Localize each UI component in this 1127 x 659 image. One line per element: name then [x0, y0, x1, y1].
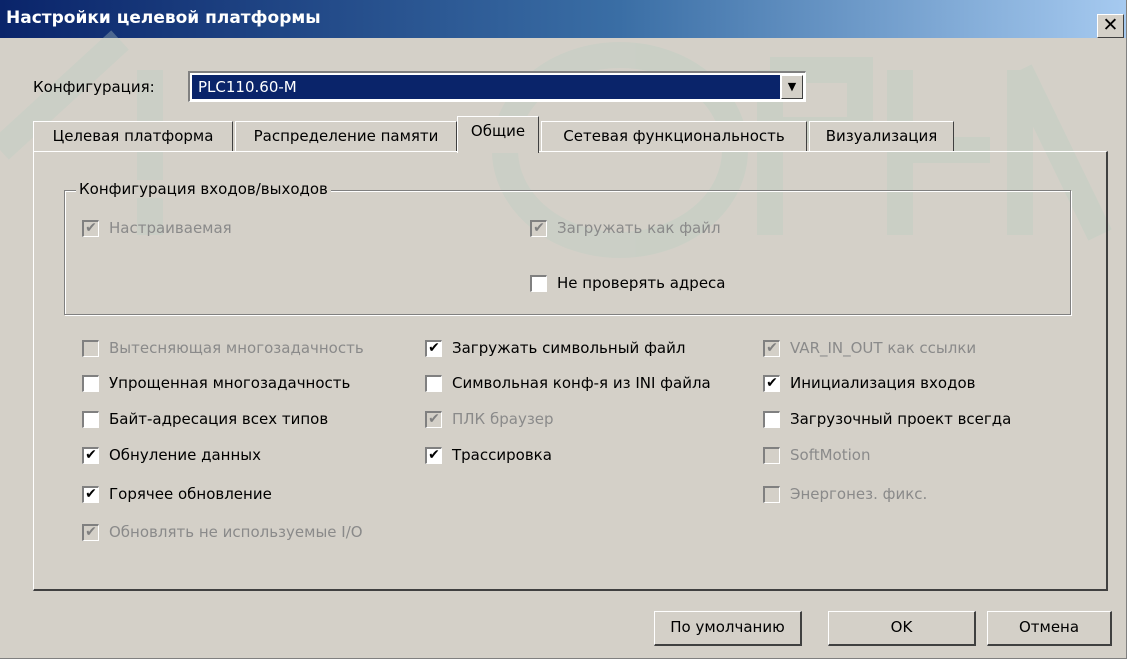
- target-settings-dialog: Настройки целевой платформы ✕ Конфигурац…: [0, 0, 1127, 659]
- checkbox-update-unused-io[interactable]: ✔ Обновлять не используемые I/O: [82, 521, 363, 543]
- checkbox-label: Трассировка: [452, 446, 552, 464]
- chevron-down-icon: ▼: [787, 80, 797, 93]
- checkbox-simplified-multitasking[interactable]: Упрощенная многозадачность: [82, 372, 350, 394]
- check-icon: ✔: [425, 446, 442, 464]
- check-icon: [425, 374, 442, 392]
- configuration-combobox[interactable]: PLC110.60-M ▼: [188, 71, 806, 102]
- check-icon: [82, 339, 99, 357]
- checkbox-label: Настраиваемая: [109, 219, 232, 237]
- check-icon: ✔: [82, 446, 99, 464]
- tab-memory-layout[interactable]: Распределение памяти: [235, 121, 457, 152]
- checkbox-label: Загрузочный проект всегда: [790, 410, 1012, 428]
- check-icon: [82, 374, 99, 392]
- checkbox-preemptive-multitasking[interactable]: Вытесняющая многозадачность: [82, 337, 364, 359]
- checkbox-label: Загружать как файл: [557, 219, 721, 237]
- ok-button[interactable]: OK: [828, 611, 976, 646]
- tab-network-functionality[interactable]: Сетевая функциональность: [541, 121, 807, 152]
- checkbox-byte-addressing[interactable]: Байт-адресация всех типов: [82, 408, 328, 430]
- cancel-button[interactable]: Отмена: [987, 611, 1112, 646]
- close-button[interactable]: ✕: [1097, 14, 1124, 38]
- io-config-groupbox: [64, 190, 1071, 315]
- checkbox-label: ПЛК браузер: [452, 410, 554, 428]
- checkbox-softmotion[interactable]: SoftMotion: [763, 444, 870, 466]
- checkbox-label: Обнуление данных: [109, 446, 262, 464]
- checkbox-initialize-zero[interactable]: ✔ Обнуление данных: [82, 444, 261, 466]
- checkbox-label: Не проверять адреса: [557, 274, 726, 292]
- ok-button-label: OK: [890, 618, 913, 636]
- checkbox-configurable[interactable]: ✔ Настраиваемая: [82, 217, 232, 239]
- checkbox-label: SoftMotion: [790, 446, 871, 464]
- title-bar[interactable]: Настройки целевой платформы ✕: [0, 0, 1126, 38]
- check-icon: ✔: [425, 339, 442, 357]
- tab-target-platform[interactable]: Целевая платформа: [33, 121, 233, 152]
- checkbox-label: Вытесняющая многозадачность: [109, 339, 364, 357]
- checkbox-label: Энергонез. фикс.: [790, 485, 928, 503]
- checkbox-boot-project-always[interactable]: Загрузочный проект всегда: [763, 408, 1011, 430]
- check-icon: ✔: [82, 219, 99, 237]
- checkbox-label: Упрощенная многозадачность: [109, 374, 351, 392]
- window-title: Настройки целевой платформы: [6, 8, 321, 28]
- checkbox-trace[interactable]: ✔ Трассировка: [425, 444, 552, 466]
- check-icon: ✔: [425, 410, 442, 428]
- configuration-label: Конфигурация:: [33, 78, 155, 96]
- check-icon: ✔: [763, 374, 780, 392]
- check-icon: [763, 410, 780, 428]
- tab-general[interactable]: Общие: [457, 116, 539, 153]
- checkbox-var-in-out-reference[interactable]: ✔ VAR_IN_OUT как ссылки: [763, 337, 976, 359]
- checkbox-label: Инициализация входов: [790, 374, 976, 392]
- checkbox-symbol-config-ini[interactable]: Символьная конф-я из INI файла: [425, 372, 711, 394]
- check-icon: [530, 274, 547, 292]
- default-button-label: По умолчанию: [670, 618, 785, 636]
- checkbox-download-symbol-file[interactable]: ✔ Загружать символьный файл: [425, 337, 685, 359]
- check-icon: [82, 410, 99, 428]
- checkbox-label: Байт-адресация всех типов: [109, 410, 329, 428]
- checkbox-no-address-check[interactable]: Не проверять адреса: [530, 272, 726, 294]
- checkbox-online-change[interactable]: ✔ Горячее обновление: [82, 483, 272, 505]
- check-icon: [763, 446, 780, 464]
- checkbox-label: Символьная конф-я из INI файла: [452, 374, 711, 392]
- checkbox-label: Горячее обновление: [109, 485, 272, 503]
- check-icon: [763, 485, 780, 503]
- configuration-value: PLC110.60-M: [192, 75, 780, 99]
- check-icon: ✔: [82, 485, 99, 503]
- dropdown-button[interactable]: ▼: [781, 75, 803, 99]
- checkbox-label: VAR_IN_OUT как ссылки: [790, 339, 977, 357]
- default-button[interactable]: По умолчанию: [654, 611, 802, 646]
- checkbox-label: Обновлять не используемые I/O: [109, 523, 363, 541]
- checkbox-download-as-file[interactable]: ✔ Загружать как файл: [530, 217, 721, 239]
- tab-label: Сетевая функциональность: [563, 127, 785, 145]
- tab-visualization[interactable]: Визуализация: [809, 121, 954, 152]
- tab-label: Визуализация: [825, 127, 938, 145]
- checkbox-label: Загружать символьный файл: [452, 339, 686, 357]
- cancel-button-label: Отмена: [1018, 618, 1080, 636]
- checkbox-plc-browser[interactable]: ✔ ПЛК браузер: [425, 408, 554, 430]
- check-icon: ✔: [530, 219, 547, 237]
- checkbox-retain-fixed[interactable]: Энергонез. фикс.: [763, 483, 927, 505]
- check-icon: ✔: [82, 523, 99, 541]
- close-icon: ✕: [1102, 14, 1119, 36]
- tab-label: Общие: [470, 122, 526, 140]
- io-config-title: Конфигурация входов/выходов: [76, 180, 331, 198]
- check-icon: ✔: [763, 339, 780, 357]
- tab-label: Целевая платформа: [52, 127, 214, 145]
- tab-label: Распределение памяти: [253, 127, 439, 145]
- checkbox-init-inputs[interactable]: ✔ Инициализация входов: [763, 372, 975, 394]
